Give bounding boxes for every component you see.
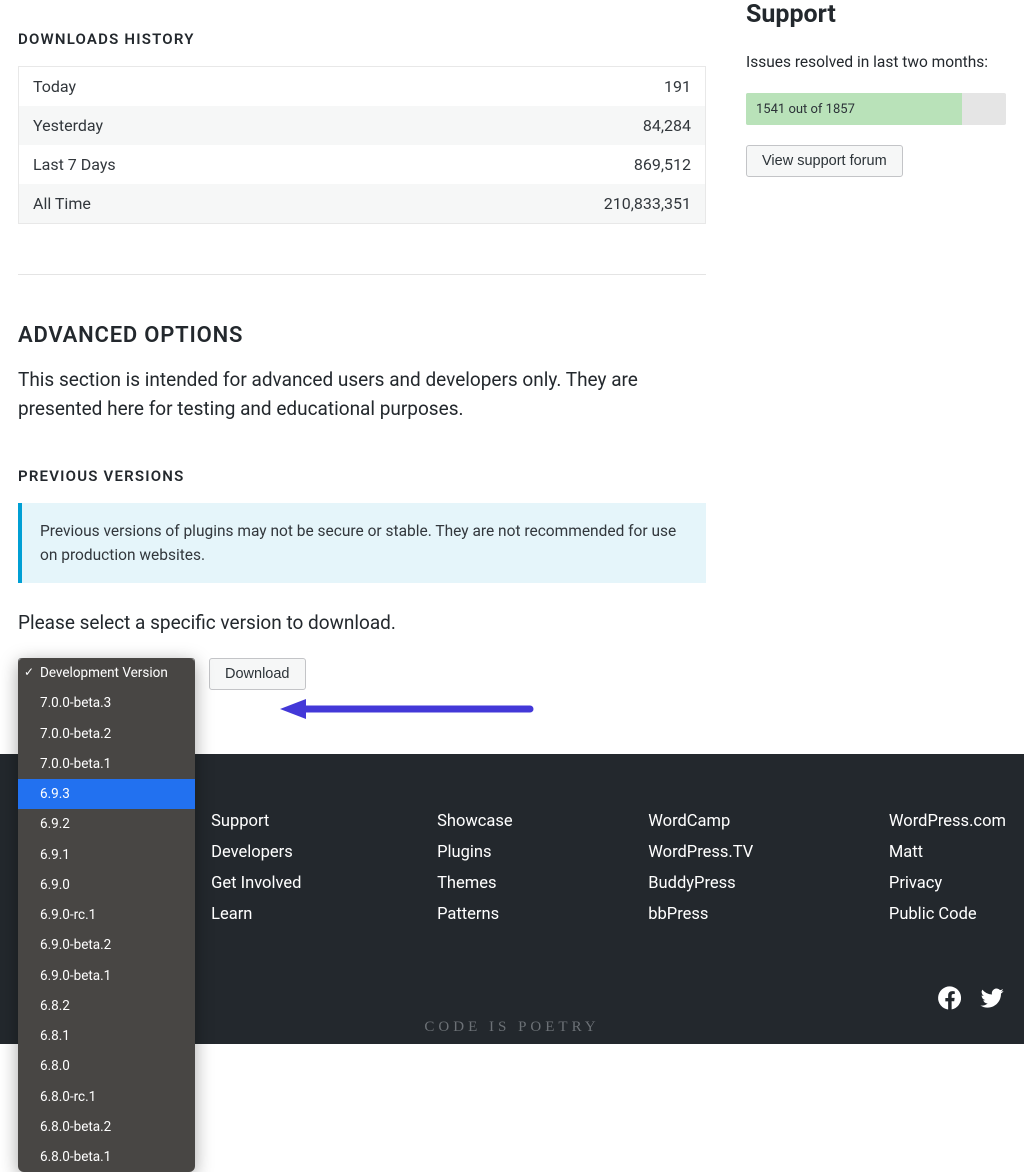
twitter-link[interactable] xyxy=(978,984,1006,1016)
download-row-value: 191 xyxy=(355,67,705,107)
advanced-options-description: This section is intended for advanced us… xyxy=(18,366,658,423)
download-button[interactable]: Download xyxy=(209,658,306,690)
support-resolved-bar: 1541 out of 1857 xyxy=(746,93,1006,125)
table-row: Last 7 Days869,512 xyxy=(19,145,706,184)
download-row-label: Yesterday xyxy=(19,106,356,145)
footer-link[interactable]: Support xyxy=(211,812,301,831)
footer-link[interactable]: BuddyPress xyxy=(648,874,753,893)
table-row: All Time210,833,351 xyxy=(19,184,706,224)
version-option[interactable]: 6.8.0-beta.1 xyxy=(18,1142,195,1172)
version-option[interactable]: 6.9.0 xyxy=(18,870,195,900)
footer-link[interactable]: WordCamp xyxy=(648,812,753,831)
version-option[interactable]: 6.8.0-rc.1 xyxy=(18,1082,195,1112)
download-row-value: 869,512 xyxy=(355,145,705,184)
version-option[interactable]: 6.9.0-beta.1 xyxy=(18,961,195,991)
footer-link[interactable]: Developers xyxy=(211,843,301,862)
view-support-forum-button[interactable]: View support forum xyxy=(746,145,903,177)
version-option[interactable]: 7.0.0-beta.1 xyxy=(18,749,195,779)
annotation-arrow-icon xyxy=(278,696,538,722)
table-row: Yesterday84,284 xyxy=(19,106,706,145)
facebook-icon xyxy=(936,984,964,1012)
version-option[interactable]: 7.0.0-beta.2 xyxy=(18,719,195,749)
version-option[interactable]: 6.9.2 xyxy=(18,809,195,839)
download-row-label: All Time xyxy=(19,184,356,224)
version-select-prompt: Please select a specific version to down… xyxy=(18,611,706,634)
footer-link[interactable]: Plugins xyxy=(437,843,513,862)
version-option[interactable]: 7.0.0-beta.3 xyxy=(18,688,195,718)
support-heading: Support xyxy=(746,0,1006,29)
footer-link[interactable]: Learn xyxy=(211,905,301,924)
version-option[interactable]: Development Version xyxy=(18,658,195,688)
previous-versions-heading: PREVIOUS VERSIONS xyxy=(18,467,706,485)
footer-link[interactable]: bbPress xyxy=(648,905,753,924)
support-description: Issues resolved in last two months: xyxy=(746,53,1006,71)
version-option[interactable]: 6.8.1 xyxy=(18,1021,195,1051)
support-resolved-fill: 1541 out of 1857 xyxy=(746,93,962,125)
footer-link[interactable]: WordPress.com xyxy=(889,812,1006,831)
footer-link[interactable]: WordPress.TV xyxy=(648,843,753,862)
twitter-icon xyxy=(978,984,1006,1012)
version-option[interactable]: 6.9.1 xyxy=(18,840,195,870)
download-row-label: Last 7 Days xyxy=(19,145,356,184)
version-option[interactable]: 6.8.2 xyxy=(18,991,195,1021)
footer-tagline: CODE IS POETRY xyxy=(424,1019,599,1036)
table-row: Today191 xyxy=(19,67,706,107)
previous-versions-notice: Previous versions of plugins may not be … xyxy=(18,503,706,583)
footer-link[interactable]: Privacy xyxy=(889,874,1006,893)
footer-link[interactable]: Showcase xyxy=(437,812,513,831)
download-row-value: 210,833,351 xyxy=(355,184,705,224)
footer-link[interactable]: Matt xyxy=(889,843,1006,862)
facebook-link[interactable] xyxy=(936,984,964,1016)
version-option[interactable]: 6.9.3 xyxy=(18,779,195,809)
footer-link[interactable]: Public Code xyxy=(889,905,1006,924)
version-option[interactable]: 6.9.0-rc.1 xyxy=(18,900,195,930)
version-dropdown[interactable]: Development Version7.0.0-beta.37.0.0-bet… xyxy=(18,658,195,1172)
footer-link[interactable]: Patterns xyxy=(437,905,513,924)
footer-link[interactable]: Themes xyxy=(437,874,513,893)
version-option[interactable]: 6.8.0-beta.2 xyxy=(18,1112,195,1142)
downloads-history-heading: DOWNLOADS HISTORY xyxy=(18,30,706,48)
downloads-table: Today191Yesterday84,284Last 7 Days869,51… xyxy=(18,66,706,224)
download-row-value: 84,284 xyxy=(355,106,705,145)
divider xyxy=(18,274,706,275)
download-row-label: Today xyxy=(19,67,356,107)
advanced-options-heading: ADVANCED OPTIONS xyxy=(18,323,706,348)
footer-link[interactable]: Get Involved xyxy=(211,874,301,893)
version-option[interactable]: 6.8.0 xyxy=(18,1051,195,1081)
version-option[interactable]: 6.9.0-beta.2 xyxy=(18,930,195,960)
